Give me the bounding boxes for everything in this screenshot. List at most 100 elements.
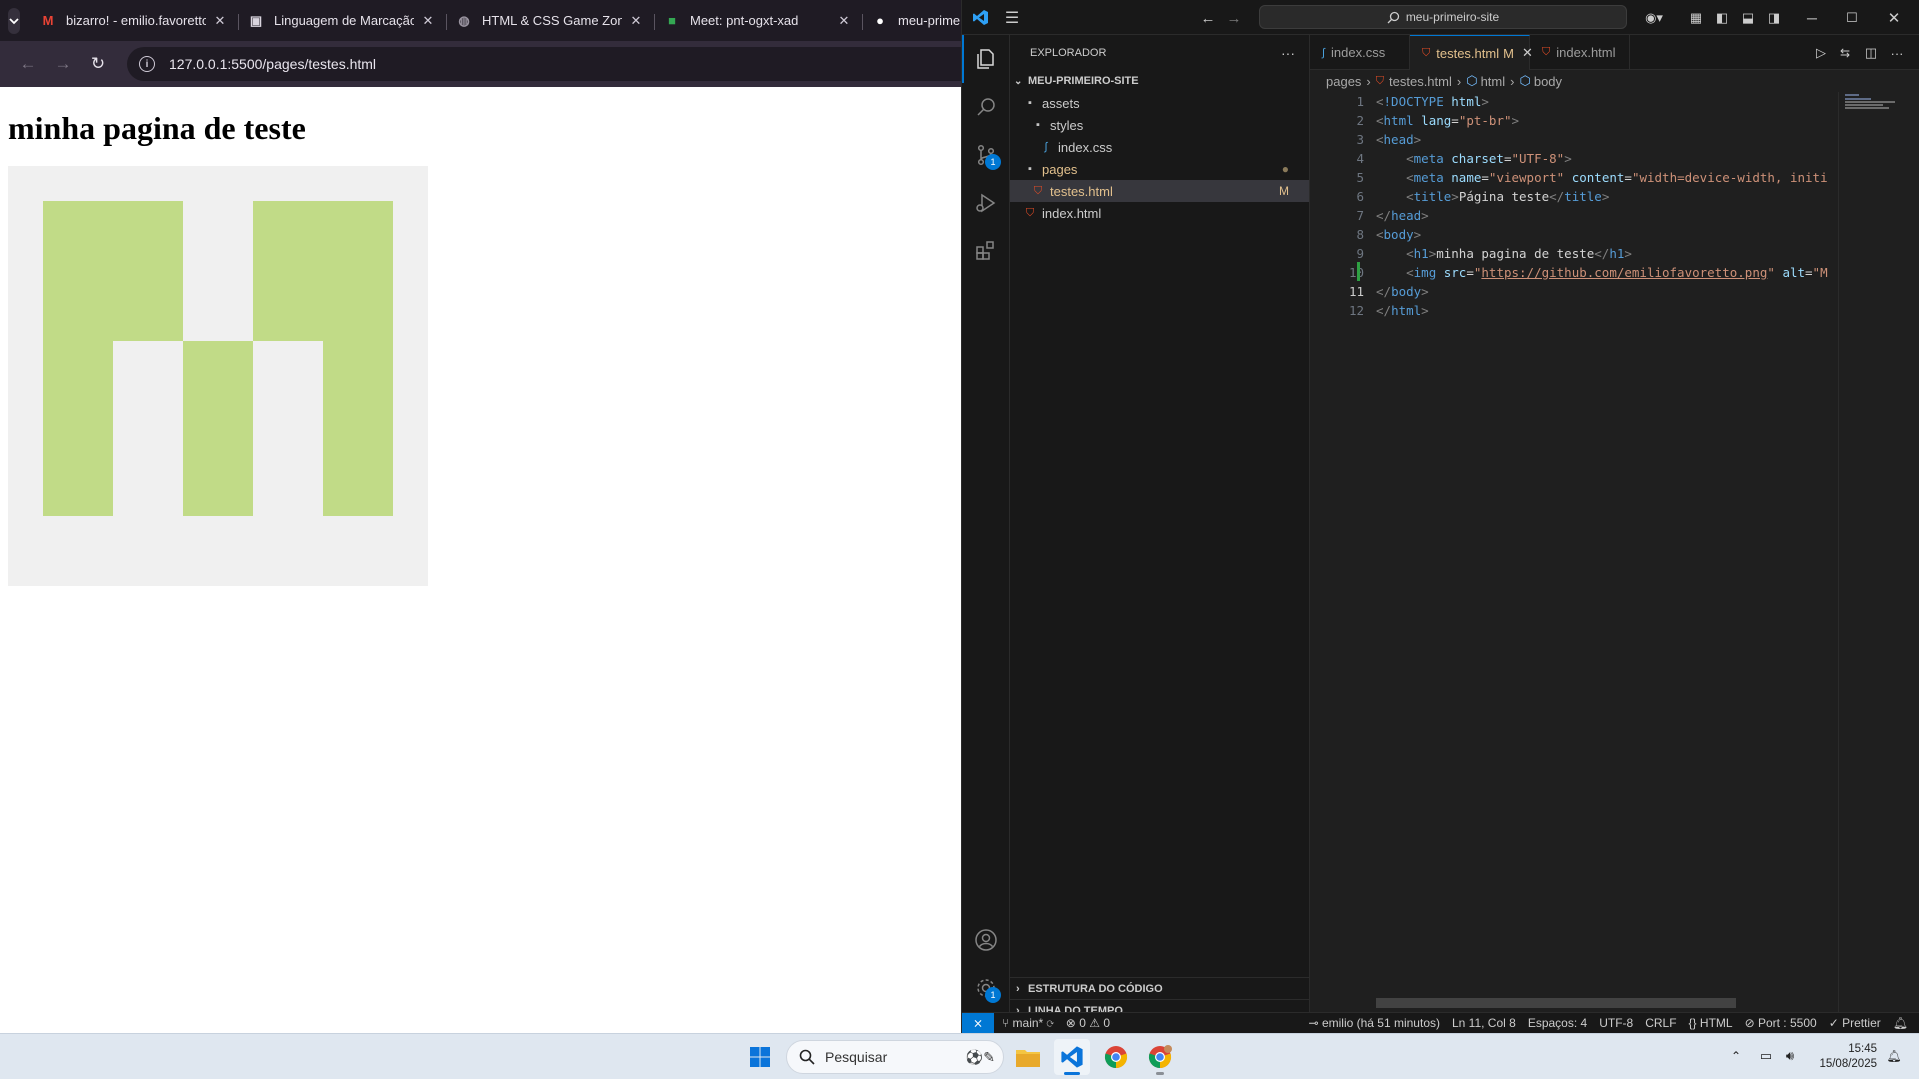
run-debug-icon[interactable] [962, 179, 1010, 227]
chrome-profile-taskbar-icon[interactable] [1142, 1039, 1178, 1075]
maximize-button[interactable]: ☐ [1832, 6, 1872, 30]
code-token: body [1383, 227, 1414, 242]
language-mode[interactable]: {} HTML [1689, 1016, 1733, 1030]
source-control-icon[interactable]: 1 [962, 131, 1010, 179]
more-actions-icon[interactable]: ··· [1888, 44, 1906, 62]
notifications-icon[interactable]: 🔔︎ [1884, 1046, 1904, 1066]
forward-button[interactable]: → [47, 48, 79, 80]
breadcrumb-item[interactable]: body [1534, 74, 1562, 89]
browser-tab[interactable]: ■ Meet: pnt-ogxt-xad ✕ [654, 4, 862, 38]
globe-icon: ◍ [458, 12, 470, 28]
extensions-icon[interactable] [962, 227, 1010, 275]
close-tab-icon[interactable]: ✕ [628, 13, 644, 29]
taskbar-search[interactable]: Pesquisar ⚽✎ [786, 1040, 1004, 1074]
chevron-right-icon: › [1016, 982, 1020, 995]
vscode-taskbar-icon[interactable] [1054, 1039, 1090, 1075]
code-editor[interactable]: <!DOCTYPE html> <html lang="pt-br"> <head>… [1376, 92, 1851, 852]
outline-section[interactable]: › ESTRUTURA DO CÓDIGO [1010, 977, 1310, 999]
live-server-port[interactable]: ⊘ Port : 5500 [1745, 1016, 1817, 1030]
tree-item-label: testes.html [1050, 183, 1113, 199]
branch-indicator[interactable]: ⑂ main* ⟳ [1002, 1016, 1054, 1030]
tree-item-testes-html[interactable]: ⛉ testes.html M [1010, 180, 1309, 202]
open-changes-icon[interactable]: ⇆ [1836, 44, 1854, 62]
reload-button[interactable]: ↻ [82, 48, 114, 80]
menu-icon[interactable]: ☰ [1002, 8, 1022, 28]
editor-tab-index-css[interactable]: ∫ index.css [1310, 35, 1410, 70]
language-label: HTML [1699, 1016, 1733, 1030]
breadcrumb-item[interactable]: html [1481, 74, 1506, 89]
search-icon [799, 1049, 815, 1065]
tree-item-index-css[interactable]: ∫ index.css [1010, 136, 1309, 158]
command-center[interactable]: meu-primeiro-site [1259, 5, 1627, 29]
file-explorer-icon[interactable] [1010, 1039, 1046, 1075]
toggle-sidebar-icon[interactable]: ◧ [1712, 8, 1732, 28]
code-token: "M [1812, 265, 1828, 280]
code-token: minha pagina de teste [1436, 246, 1595, 261]
tree-item-pages[interactable]: ▪ pages ● [1010, 158, 1309, 180]
close-tab-icon[interactable]: ✕ [420, 13, 436, 29]
address-bar[interactable]: i 127.0.0.1:5500/pages/testes.html [127, 47, 961, 81]
windows-start-icon[interactable] [742, 1039, 778, 1075]
customize-layout-icon[interactable]: ▦ [1686, 8, 1706, 28]
editor-tab-index-html[interactable]: ⛉ index.html [1530, 35, 1630, 70]
encoding[interactable]: UTF-8 [1599, 1016, 1633, 1030]
code-line: <title>Página teste</title> [1376, 187, 1851, 206]
cursor-position[interactable]: Ln 11, Col 8 [1452, 1016, 1516, 1030]
html-file-icon: ⛉ [1033, 184, 1043, 197]
tree-item-label: styles [1050, 117, 1084, 133]
explorer-icon[interactable] [962, 35, 1010, 83]
horizontal-scrollbar[interactable] [1376, 998, 1736, 1008]
network-icon[interactable]: ▭ [1756, 1046, 1776, 1066]
run-icon[interactable]: ▷ [1812, 44, 1830, 62]
copilot-icon[interactable]: ◉▾ [1638, 8, 1670, 28]
breadcrumb-item[interactable]: testes.html [1389, 74, 1452, 89]
code-token: lang [1421, 113, 1452, 128]
css-file-icon: ∫ [1322, 46, 1326, 59]
manage-gear-icon[interactable]: 1 [962, 964, 1010, 1012]
close-tab-icon[interactable]: ✕ [212, 13, 228, 29]
workspace-root[interactable]: ⌄ MEU-PRIMEIRO-SITE [1010, 70, 1309, 92]
notifications-bell-icon[interactable]: 🔔︎ [1893, 1016, 1908, 1030]
minimap[interactable] [1838, 92, 1908, 1012]
tree-item-index-html[interactable]: ⛉ index.html [1010, 202, 1309, 224]
toggle-panel-icon[interactable]: ⬓ [1738, 8, 1758, 28]
site-info-icon[interactable]: i [139, 56, 155, 72]
close-tab-icon[interactable]: ✕ [836, 13, 852, 29]
chrome-taskbar-icon[interactable] [1098, 1039, 1134, 1075]
tree-item-styles[interactable]: ▪ styles [1010, 114, 1309, 136]
remote-indicator[interactable]: ⨯ [962, 1012, 994, 1034]
git-blame[interactable]: ⊸ emilio (há 51 minutos) [1309, 1016, 1440, 1030]
search-icon[interactable] [962, 83, 1010, 131]
html-file-icon: ⛉ [1542, 46, 1551, 58]
breadcrumb-item[interactable]: pages [1326, 74, 1361, 89]
split-editor-icon[interactable]: ◫ [1862, 44, 1880, 62]
back-button[interactable]: ← [12, 48, 44, 80]
nav-forward-icon[interactable]: → [1224, 8, 1244, 28]
browser-tab[interactable]: ◍ HTML & CSS Game Zone ✕ [446, 4, 654, 38]
chevron-right-icon: › [1510, 73, 1515, 89]
nav-back-icon[interactable]: ← [1198, 8, 1218, 28]
status-bar: ⨯ ⑂ main* ⟳ ⊗ 0 ⚠ 0 ⊸ emilio (há 51 minu… [962, 1012, 1919, 1034]
prettier-status[interactable]: ✓ Prettier [1829, 1016, 1881, 1030]
line-ending[interactable]: CRLF [1645, 1016, 1676, 1030]
indentation[interactable]: Espaços: 4 [1528, 1016, 1587, 1030]
problems-indicator[interactable]: ⊗ 0 ⚠ 0 [1066, 1016, 1110, 1030]
windows-taskbar: Pesquisar ⚽✎ ⌃ ▭ 🔊︎ 15:45 15/08/2025 🔔︎ [0, 1033, 1919, 1079]
folder-icon: ▪ [1028, 97, 1032, 109]
tab-search-button[interactable] [8, 7, 20, 34]
system-clock[interactable]: 15:45 15/08/2025 [1819, 1042, 1877, 1072]
tree-item-assets[interactable]: ▪ assets [1010, 92, 1309, 114]
toggle-secondary-sidebar-icon[interactable]: ◨ [1764, 8, 1784, 28]
accounts-icon[interactable] [962, 916, 1010, 964]
close-window-button[interactable]: ✕ [1874, 6, 1914, 30]
volume-icon[interactable]: 🔊︎ [1780, 1046, 1800, 1066]
more-actions-icon[interactable]: ··· [1281, 45, 1295, 61]
show-hidden-icons[interactable]: ⌃ [1726, 1046, 1746, 1066]
browser-tab[interactable]: Mbizarro! - emilio.favoretto ✕ [30, 4, 238, 38]
browser-tab[interactable]: ▣ Linguagem de Marcação ✕ [238, 4, 446, 38]
editor-tab-testes-html[interactable]: ⛉ testes.html M ✕ [1410, 35, 1533, 70]
browser-tab[interactable]: ● meu-prime [862, 4, 961, 38]
minimize-button[interactable]: ─ [1792, 6, 1832, 30]
